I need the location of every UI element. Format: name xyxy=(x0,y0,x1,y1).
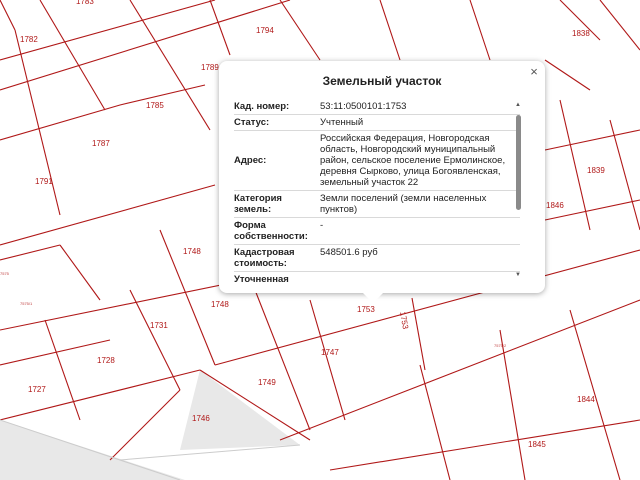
small-parcel-label: 7575 xyxy=(0,271,10,276)
parcel-label[interactable]: 1748 xyxy=(211,300,229,309)
parcel-label[interactable]: 1791 xyxy=(35,177,53,186)
property-value: 548501.6 руб xyxy=(320,247,378,258)
property-row-ownership: Форма собственности: - xyxy=(234,218,520,245)
property-value: - xyxy=(320,220,324,231)
parcel-label[interactable]: 1731 xyxy=(150,321,168,330)
parcel-label[interactable]: 1844 xyxy=(577,395,595,404)
property-row-clarified: Уточненная xyxy=(234,272,520,285)
property-label: Кадастровая стоимость: xyxy=(234,247,295,269)
small-parcel-label: 7575/2 xyxy=(494,343,507,348)
parcel-label[interactable]: 1839 xyxy=(587,166,605,175)
property-label: Уточненная xyxy=(234,274,289,285)
parcel-label[interactable]: 1748 xyxy=(183,247,201,256)
property-value: 53:11:0500101:1753 xyxy=(320,101,407,112)
parcel-label[interactable]: 1838 xyxy=(572,29,590,38)
property-label: Кад. номер: xyxy=(234,101,290,112)
property-label: Форма собственности: xyxy=(234,220,308,242)
popup-title: Земельный участок xyxy=(322,74,442,88)
close-icon[interactable]: × xyxy=(527,65,541,79)
scroll-up-icon[interactable]: ▲ xyxy=(514,102,522,108)
scroll-thumb[interactable] xyxy=(516,115,521,210)
parcel-label[interactable]: 1783 xyxy=(76,0,94,6)
parcel-label[interactable]: 1728 xyxy=(97,356,115,365)
parcel-label[interactable]: 1749 xyxy=(258,378,276,387)
property-row-cadastral-value: Кадастровая стоимость: 548501.6 руб xyxy=(234,245,520,272)
parcel-label[interactable]: 1747 xyxy=(321,348,339,357)
parcel-label[interactable]: 1746 xyxy=(192,414,210,423)
popup-scrollbar[interactable]: ▲ ▼ xyxy=(514,102,522,278)
parcel-label[interactable]: 1727 xyxy=(28,385,46,394)
property-label: Адрес: xyxy=(234,155,267,166)
property-row-cadastral-number: Кад. номер: 53:11:0500101:1753 xyxy=(234,99,520,115)
property-value: Земли поселений (земли населенных пункто… xyxy=(320,193,487,215)
parcel-label[interactable]: 1753 xyxy=(398,311,410,331)
parcel-label[interactable]: 1845 xyxy=(528,440,546,449)
parcel-label[interactable]: 1753 xyxy=(357,305,375,314)
property-row-land-category: Категория земель: Земли поселений (земли… xyxy=(234,191,520,218)
parcel-label[interactable]: 1794 xyxy=(256,26,274,35)
parcel-label[interactable]: 1789 xyxy=(201,63,219,72)
property-value: Российская Федерация, Новгородская облас… xyxy=(320,133,506,188)
parcel-label[interactable]: 1782 xyxy=(20,35,38,44)
property-label: Категория земель: xyxy=(234,193,282,215)
property-value: Учтенный xyxy=(320,117,364,128)
property-row-address: Адрес: Российская Федерация, Новгородска… xyxy=(234,131,520,191)
property-label: Статус: xyxy=(234,117,270,128)
property-value xyxy=(320,272,520,285)
property-row-status: Статус: Учтенный xyxy=(234,115,520,131)
parcel-label[interactable]: 1846 xyxy=(546,201,564,210)
parcel-info-popup: Земельный участок × Кад. номер: 53:11:05… xyxy=(219,61,545,303)
parcel-label[interactable]: 1785 xyxy=(146,101,164,110)
parcel-label[interactable]: 1787 xyxy=(92,139,110,148)
scroll-down-icon[interactable]: ▼ xyxy=(514,272,522,278)
popup-properties-table[interactable]: Кад. номер: 53:11:0500101:1753 Статус: У… xyxy=(234,99,520,285)
small-parcel-label: 7575/1 xyxy=(20,301,33,306)
